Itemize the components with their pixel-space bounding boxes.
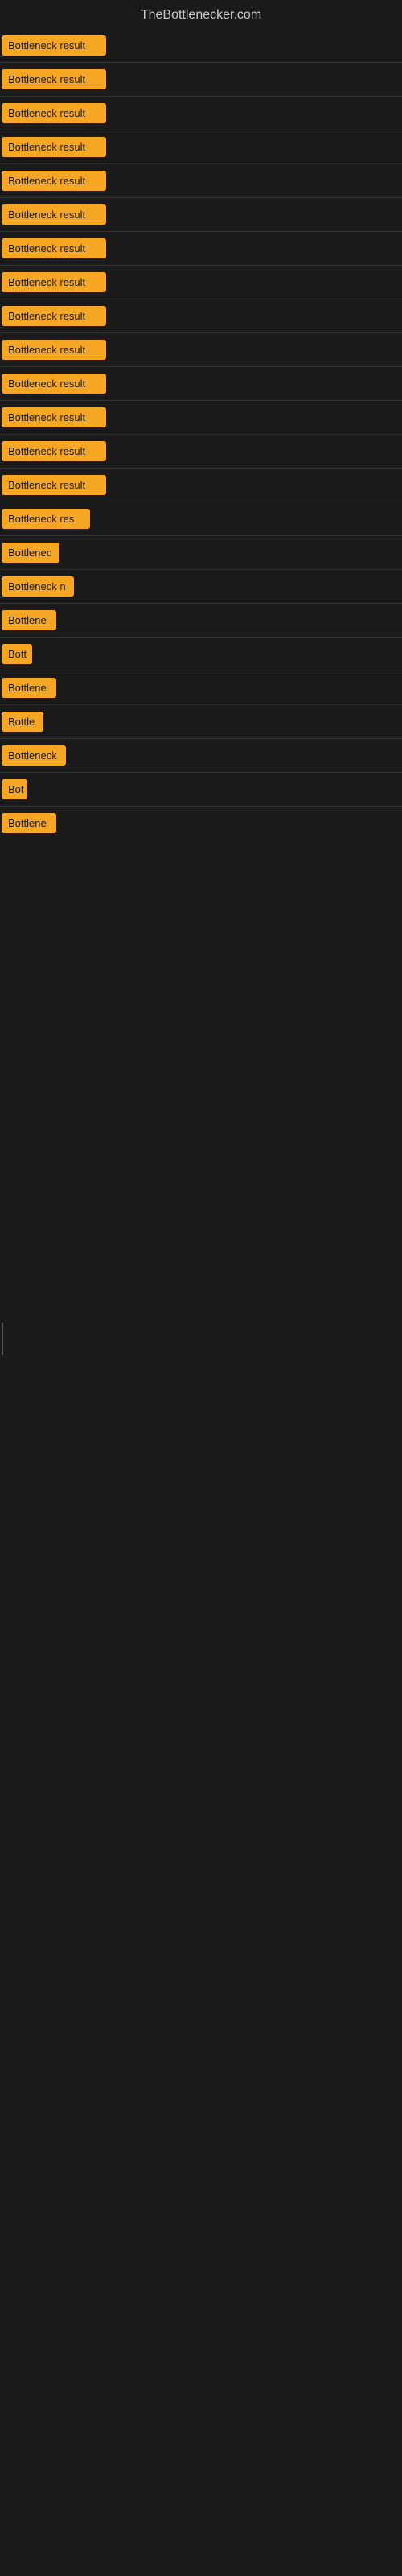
- bottleneck-badge[interactable]: Bottleneck result: [2, 272, 106, 292]
- bottleneck-badge[interactable]: Bottleneck result: [2, 306, 106, 326]
- bottleneck-badge[interactable]: Bottlene: [2, 610, 56, 630]
- bottleneck-badge[interactable]: Bottleneck result: [2, 374, 106, 394]
- list-item: Bottleneck: [0, 739, 402, 772]
- list-item: Bottleneck result: [0, 401, 402, 434]
- list-item: Bott: [0, 638, 402, 671]
- list-item: Bottleneck result: [0, 130, 402, 163]
- bottleneck-badge[interactable]: Bottleneck result: [2, 69, 106, 89]
- list-item: Bottle: [0, 705, 402, 738]
- list-item: Bottleneck result: [0, 97, 402, 130]
- bottleneck-list: Bottleneck result Bottleneck result Bottle…: [0, 29, 402, 840]
- list-item: Bot: [0, 773, 402, 806]
- list-item: Bottleneck result: [0, 333, 402, 366]
- bottleneck-badge[interactable]: Bottleneck n: [2, 576, 74, 597]
- bottleneck-badge[interactable]: Bottleneck result: [2, 238, 106, 258]
- bottleneck-badge[interactable]: Bot: [2, 779, 27, 799]
- bottleneck-badge[interactable]: Bottleneck result: [2, 171, 106, 191]
- list-item: Bottleneck result: [0, 232, 402, 265]
- bottleneck-badge[interactable]: Bottleneck: [2, 745, 66, 766]
- list-item: Bottlene: [0, 604, 402, 637]
- list-item: Bottleneck n: [0, 570, 402, 603]
- site-title: TheBottlenecker.com: [0, 0, 402, 29]
- list-item: Bottleneck result: [0, 164, 402, 197]
- list-item: Bottleneck result: [0, 469, 402, 502]
- list-item: Bottleneck result: [0, 299, 402, 332]
- bottleneck-badge[interactable]: Bottleneck result: [2, 103, 106, 123]
- list-item: Bottleneck result: [0, 29, 402, 62]
- bottleneck-badge[interactable]: Bottlenec: [2, 543, 59, 563]
- list-item: Bottleneck res: [0, 502, 402, 535]
- bottleneck-badge[interactable]: Bottleneck result: [2, 340, 106, 360]
- bottleneck-badge[interactable]: Bottleneck result: [2, 407, 106, 427]
- list-item: Bottleneck result: [0, 63, 402, 96]
- bottom-line-decoration: [2, 1323, 3, 1355]
- list-item: Bottleneck result: [0, 435, 402, 468]
- list-item: Bottleneck result: [0, 266, 402, 299]
- bottom-area: [0, 840, 402, 1806]
- bottleneck-badge[interactable]: Bottleneck result: [2, 137, 106, 157]
- bottleneck-badge[interactable]: Bottleneck result: [2, 204, 106, 225]
- bottleneck-badge[interactable]: Bottleneck result: [2, 441, 106, 461]
- bottleneck-badge[interactable]: Bott: [2, 644, 32, 664]
- site-header: TheBottlenecker.com: [0, 0, 402, 29]
- bottleneck-badge[interactable]: Bottle: [2, 712, 43, 732]
- bottleneck-badge[interactable]: Bottlene: [2, 813, 56, 833]
- bottleneck-badge[interactable]: Bottleneck res: [2, 509, 90, 529]
- list-item: Bottleneck result: [0, 198, 402, 231]
- list-item: Bottlene: [0, 807, 402, 840]
- bottleneck-badge[interactable]: Bottlene: [2, 678, 56, 698]
- list-item: Bottlene: [0, 671, 402, 704]
- bottleneck-badge[interactable]: Bottleneck result: [2, 475, 106, 495]
- bottleneck-badge[interactable]: Bottleneck result: [2, 35, 106, 56]
- list-item: Bottleneck result: [0, 367, 402, 400]
- list-item: Bottlenec: [0, 536, 402, 569]
